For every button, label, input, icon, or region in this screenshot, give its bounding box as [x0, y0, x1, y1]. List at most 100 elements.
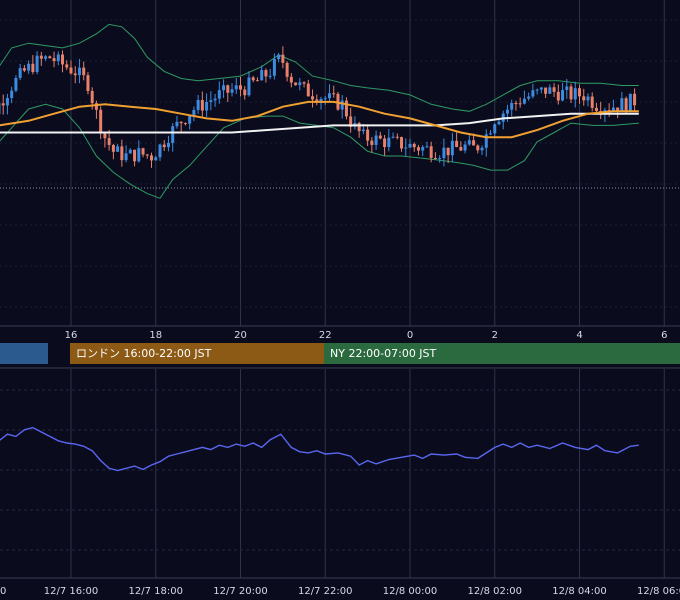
candle-body [277, 54, 281, 60]
candle-body [522, 98, 526, 104]
date-tick-label: 12/7 18:00 [129, 586, 183, 597]
candle-body [213, 98, 217, 101]
candle-body [260, 70, 264, 81]
candle-body [145, 154, 149, 156]
candle-body [116, 146, 120, 152]
candle-body [44, 56, 48, 59]
candle-body [158, 144, 162, 158]
candle-body [455, 140, 459, 148]
hour-tick-label: 2 [492, 330, 498, 341]
candle-body [421, 147, 425, 151]
candle-body [205, 101, 209, 111]
hour-tick-label: 4 [576, 330, 582, 341]
candle-body [633, 93, 637, 106]
candle-body [463, 144, 467, 151]
candle-body [226, 85, 230, 93]
candle-body [188, 116, 192, 124]
candle-body [1, 103, 5, 106]
candle-body [294, 82, 298, 86]
candle-body [442, 147, 446, 159]
hour-tick-label: 18 [149, 330, 162, 341]
candle-body [150, 155, 154, 161]
candle-body [234, 85, 238, 90]
candle-body [561, 90, 565, 101]
chart-root: 16 18 20 22 0 2 4 6 12/7 16:00 12/7 18:00 12/7 20… [0, 0, 680, 600]
candle-body [374, 135, 378, 145]
candle-body [569, 86, 573, 100]
candle-body [527, 96, 531, 99]
candle-body [99, 109, 103, 134]
candle-body [73, 73, 77, 76]
candle-body [128, 149, 132, 154]
candle-body [166, 142, 170, 148]
candle-body [272, 59, 276, 76]
candle-body [556, 91, 560, 101]
candle-body [120, 146, 124, 161]
candle-body [61, 54, 65, 65]
candle-body [383, 138, 387, 148]
hour-tick-label: 22 [319, 330, 332, 341]
candle-body [539, 87, 543, 90]
candle-body [518, 103, 522, 105]
candle-body [552, 87, 556, 92]
candle-body [620, 98, 624, 112]
candle-body [65, 64, 69, 68]
session-label-london: ロンドン 16:00-22:00 JST [76, 347, 212, 360]
candle-body [306, 83, 310, 97]
candle-body [438, 158, 442, 160]
candle-body [433, 157, 437, 159]
candle-body [200, 99, 204, 111]
candle-body [535, 89, 539, 91]
candle-body [264, 70, 268, 77]
date-tick-label: 12/8 04:00 [552, 586, 606, 597]
candle-body [10, 90, 14, 99]
candle-body [497, 121, 501, 125]
candle-body [69, 67, 73, 74]
session-bar-tokyo [0, 343, 48, 364]
candle-body [289, 76, 293, 83]
candle-body [27, 63, 31, 71]
candle-body [239, 85, 242, 90]
candle-body [404, 147, 408, 149]
candle-body [39, 55, 43, 59]
candle-body [573, 88, 577, 100]
candle-body [582, 96, 586, 101]
candle-body [183, 123, 187, 125]
candle-body [391, 136, 395, 138]
candle-body [18, 68, 22, 78]
candle-body [137, 148, 141, 162]
hour-tick-label: 20 [234, 330, 247, 341]
session-bar-ny: NY 22:00-07:00 JST [324, 343, 680, 364]
candle-body [578, 88, 581, 97]
candle-body [133, 149, 137, 162]
candle-body [162, 144, 166, 148]
candle-body [590, 96, 594, 108]
date-tick-label-partial: 00 [0, 586, 6, 597]
candle-body [628, 93, 632, 112]
candle-body [35, 55, 39, 73]
candle-body [366, 129, 370, 141]
candle-body [472, 140, 476, 146]
candle-body [77, 67, 81, 76]
date-tick-label: 12/7 22:00 [298, 586, 352, 597]
candle-body [408, 143, 412, 148]
candle-body [395, 136, 399, 138]
candle-body [459, 147, 463, 151]
date-tick-label: 12/7 20:00 [213, 586, 267, 597]
candle-body [82, 67, 86, 76]
candle-body [514, 103, 518, 105]
candle-body [493, 124, 497, 134]
session-label-ny: NY 22:00-07:00 JST [330, 347, 437, 360]
candle-body [90, 90, 94, 104]
candle-body [196, 99, 200, 110]
candle-body [31, 63, 35, 73]
candle-body [425, 146, 429, 148]
candle-body [544, 87, 548, 94]
candle-body [5, 98, 9, 106]
candle-body [332, 93, 336, 95]
candle-body [171, 126, 175, 143]
candle-body [298, 82, 302, 86]
candle-body [429, 146, 433, 158]
candle-body [124, 153, 128, 161]
candle-body [340, 100, 344, 110]
